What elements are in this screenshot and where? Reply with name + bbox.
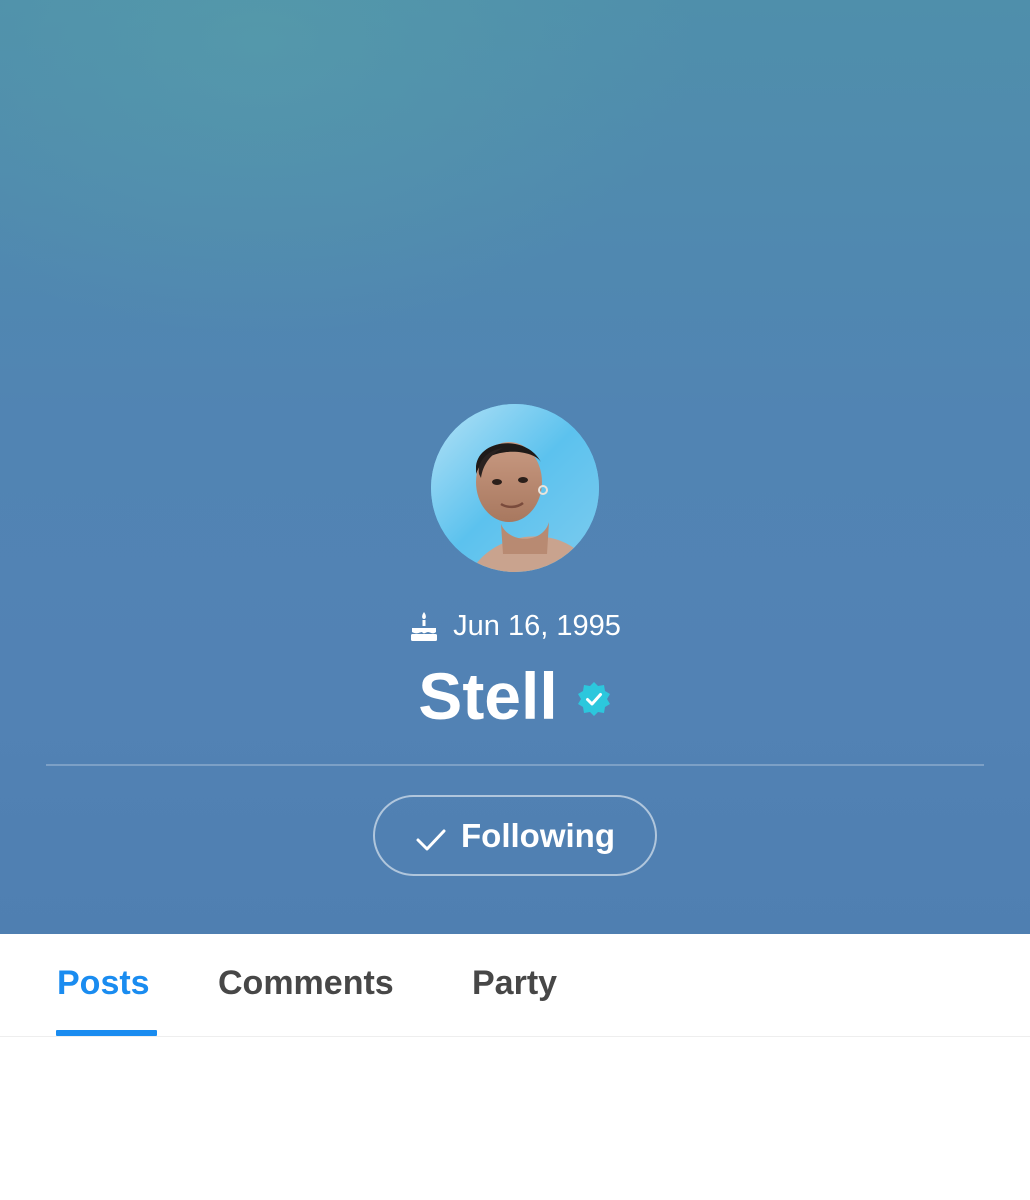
birthday-row: Jun 16, 1995 [0,604,1030,648]
following-button[interactable]: Following [373,795,657,876]
profile-page: Jun 16, 1995 Stell Following Posts Comme… [0,0,1030,1200]
name-row: Stell [0,656,1030,736]
profile-name: Stell [418,659,558,733]
tab-comments[interactable]: Comments [218,964,394,1003]
check-icon [415,823,447,850]
header-divider [46,764,984,766]
active-tab-indicator [56,1030,157,1036]
birthday-text: Jun 16, 1995 [453,609,621,642]
tab-posts[interactable]: Posts [57,964,150,1003]
profile-tabs: Posts Comments Party [0,934,1030,1037]
tab-party[interactable]: Party [472,964,557,1003]
posts-content-area [0,1037,1030,1200]
avatar[interactable] [431,404,599,572]
profile-header: Jun 16, 1995 Stell Following [0,0,1030,934]
verified-badge-icon [576,681,612,717]
following-label: Following [461,816,615,854]
cake-icon [409,610,439,642]
